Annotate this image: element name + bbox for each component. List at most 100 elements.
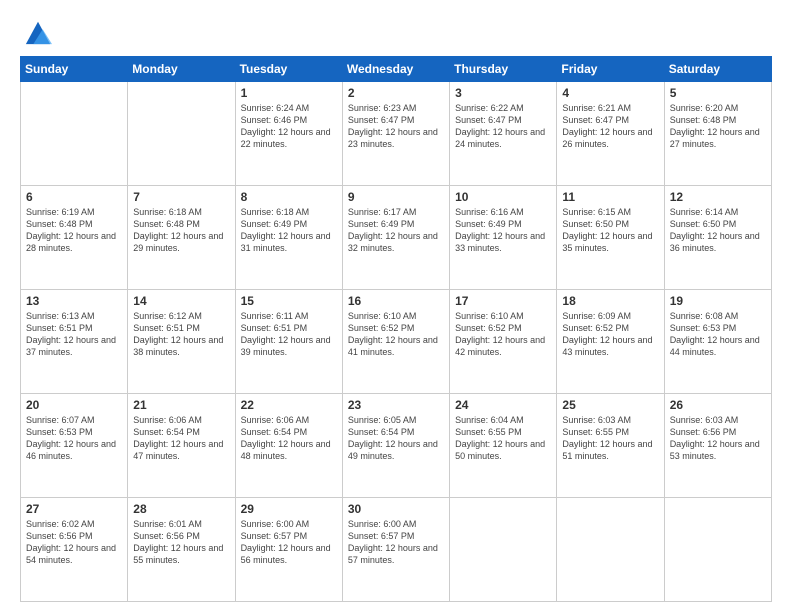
- calendar-cell: 17 Sunrise: 6:10 AMSunset: 6:52 PMDayligh…: [450, 290, 557, 394]
- logo: [20, 18, 52, 46]
- day-number: 17: [455, 294, 551, 308]
- calendar-header-wednesday: Wednesday: [342, 57, 449, 82]
- calendar-cell: 18 Sunrise: 6:09 AMSunset: 6:52 PMDayligh…: [557, 290, 664, 394]
- day-info: Sunrise: 6:08 AMSunset: 6:53 PMDaylight:…: [670, 310, 766, 359]
- calendar-cell: 26Sunrise: 6:03 AMSunset: 6:56 PMDayligh…: [664, 394, 771, 498]
- day-number: 28: [133, 502, 229, 516]
- day-number: 4: [562, 86, 658, 100]
- calendar-cell: 6 Sunrise: 6:19 AMSunset: 6:48 PMDaylight…: [21, 186, 128, 290]
- day-info: Sunrise: 6:21 AMSunset: 6:47 PMDaylight:…: [562, 102, 658, 151]
- day-number: 19: [670, 294, 766, 308]
- day-info: Sunrise: 6:06 AMSunset: 6:54 PMDaylight:…: [133, 414, 229, 463]
- day-number: 15: [241, 294, 337, 308]
- day-number: 12: [670, 190, 766, 204]
- calendar-header-sunday: Sunday: [21, 57, 128, 82]
- logo-icon: [24, 18, 52, 46]
- day-number: 14: [133, 294, 229, 308]
- day-number: 20: [26, 398, 122, 412]
- day-info: Sunrise: 6:24 AMSunset: 6:46 PMDaylight:…: [241, 102, 337, 151]
- calendar-cell: 10 Sunrise: 6:16 AMSunset: 6:49 PMDayligh…: [450, 186, 557, 290]
- day-info: Sunrise: 6:05 AMSunset: 6:54 PMDaylight:…: [348, 414, 444, 463]
- day-number: 5: [670, 86, 766, 100]
- day-info: Sunrise: 6:00 AMSunset: 6:57 PMDaylight:…: [348, 518, 444, 567]
- day-number: 9: [348, 190, 444, 204]
- calendar-cell: 27 Sunrise: 6:02 AMSunset: 6:56 PMDayligh…: [21, 498, 128, 602]
- day-number: 6: [26, 190, 122, 204]
- day-info: Sunrise: 6:18 AMSunset: 6:49 PMDaylight:…: [241, 206, 337, 255]
- day-info: Sunrise: 6:12 AMSunset: 6:51 PMDaylight:…: [133, 310, 229, 359]
- day-number: 29: [241, 502, 337, 516]
- day-number: 23: [348, 398, 444, 412]
- calendar-cell: 25 Sunrise: 6:03 AMSunset: 6:55 PMDayligh…: [557, 394, 664, 498]
- day-number: 30: [348, 502, 444, 516]
- calendar-week-5: 27 Sunrise: 6:02 AMSunset: 6:56 PMDayligh…: [21, 498, 772, 602]
- calendar-week-1: 1 Sunrise: 6:24 AMSunset: 6:46 PMDaylight…: [21, 82, 772, 186]
- day-number: 25: [562, 398, 658, 412]
- day-number: 3: [455, 86, 551, 100]
- calendar-cell: 2 Sunrise: 6:23 AMSunset: 6:47 PMDaylight…: [342, 82, 449, 186]
- day-number: 26: [670, 398, 766, 412]
- calendar-cell: 5 Sunrise: 6:20 AMSunset: 6:48 PMDaylight…: [664, 82, 771, 186]
- calendar-cell: 29 Sunrise: 6:00 AMSunset: 6:57 PMDayligh…: [235, 498, 342, 602]
- day-info: Sunrise: 6:23 AMSunset: 6:47 PMDaylight:…: [348, 102, 444, 151]
- day-info: Sunrise: 6:03 AMSunset: 6:55 PMDaylight:…: [562, 414, 658, 463]
- day-info: Sunrise: 6:01 AMSunset: 6:56 PMDaylight:…: [133, 518, 229, 567]
- calendar-cell: 23 Sunrise: 6:05 AMSunset: 6:54 PMDayligh…: [342, 394, 449, 498]
- day-info: Sunrise: 6:07 AMSunset: 6:53 PMDaylight:…: [26, 414, 122, 463]
- day-info: Sunrise: 6:11 AMSunset: 6:51 PMDaylight:…: [241, 310, 337, 359]
- calendar-cell: [557, 498, 664, 602]
- calendar-cell: 14 Sunrise: 6:12 AMSunset: 6:51 PMDayligh…: [128, 290, 235, 394]
- day-number: 10: [455, 190, 551, 204]
- day-info: Sunrise: 6:20 AMSunset: 6:48 PMDaylight:…: [670, 102, 766, 151]
- calendar-cell: 11 Sunrise: 6:15 AMSunset: 6:50 PMDayligh…: [557, 186, 664, 290]
- day-info: Sunrise: 6:02 AMSunset: 6:56 PMDaylight:…: [26, 518, 122, 567]
- calendar-cell: 19 Sunrise: 6:08 AMSunset: 6:53 PMDayligh…: [664, 290, 771, 394]
- day-info: Sunrise: 6:13 AMSunset: 6:51 PMDaylight:…: [26, 310, 122, 359]
- day-info: Sunrise: 6:09 AMSunset: 6:52 PMDaylight:…: [562, 310, 658, 359]
- day-info: Sunrise: 6:19 AMSunset: 6:48 PMDaylight:…: [26, 206, 122, 255]
- calendar-header-tuesday: Tuesday: [235, 57, 342, 82]
- day-info: Sunrise: 6:10 AMSunset: 6:52 PMDaylight:…: [455, 310, 551, 359]
- calendar-week-4: 20 Sunrise: 6:07 AMSunset: 6:53 PMDayligh…: [21, 394, 772, 498]
- header: [20, 18, 772, 46]
- calendar-cell: 12Sunrise: 6:14 AMSunset: 6:50 PMDayligh…: [664, 186, 771, 290]
- day-number: 1: [241, 86, 337, 100]
- day-number: 7: [133, 190, 229, 204]
- calendar-week-2: 6 Sunrise: 6:19 AMSunset: 6:48 PMDaylight…: [21, 186, 772, 290]
- day-info: Sunrise: 6:00 AMSunset: 6:57 PMDaylight:…: [241, 518, 337, 567]
- calendar-cell: 20 Sunrise: 6:07 AMSunset: 6:53 PMDayligh…: [21, 394, 128, 498]
- calendar-cell: 1 Sunrise: 6:24 AMSunset: 6:46 PMDaylight…: [235, 82, 342, 186]
- calendar-cell: [450, 498, 557, 602]
- calendar-cell: [664, 498, 771, 602]
- day-info: Sunrise: 6:22 AMSunset: 6:47 PMDaylight:…: [455, 102, 551, 151]
- calendar-cell: [21, 82, 128, 186]
- calendar-week-3: 13Sunrise: 6:13 AMSunset: 6:51 PMDayligh…: [21, 290, 772, 394]
- calendar-cell: 21 Sunrise: 6:06 AMSunset: 6:54 PMDayligh…: [128, 394, 235, 498]
- calendar-header-row: SundayMondayTuesdayWednesdayThursdayFrid…: [21, 57, 772, 82]
- calendar-header-thursday: Thursday: [450, 57, 557, 82]
- day-number: 11: [562, 190, 658, 204]
- calendar-header-saturday: Saturday: [664, 57, 771, 82]
- day-info: Sunrise: 6:18 AMSunset: 6:48 PMDaylight:…: [133, 206, 229, 255]
- day-info: Sunrise: 6:16 AMSunset: 6:49 PMDaylight:…: [455, 206, 551, 255]
- day-info: Sunrise: 6:15 AMSunset: 6:50 PMDaylight:…: [562, 206, 658, 255]
- calendar-cell: 9 Sunrise: 6:17 AMSunset: 6:49 PMDaylight…: [342, 186, 449, 290]
- calendar-cell: 28 Sunrise: 6:01 AMSunset: 6:56 PMDayligh…: [128, 498, 235, 602]
- calendar-table: SundayMondayTuesdayWednesdayThursdayFrid…: [20, 56, 772, 602]
- calendar-cell: 30 Sunrise: 6:00 AMSunset: 6:57 PMDayligh…: [342, 498, 449, 602]
- day-number: 27: [26, 502, 122, 516]
- day-info: Sunrise: 6:06 AMSunset: 6:54 PMDaylight:…: [241, 414, 337, 463]
- day-info: Sunrise: 6:17 AMSunset: 6:49 PMDaylight:…: [348, 206, 444, 255]
- calendar-cell: 16Sunrise: 6:10 AMSunset: 6:52 PMDayligh…: [342, 290, 449, 394]
- day-number: 2: [348, 86, 444, 100]
- day-number: 8: [241, 190, 337, 204]
- calendar-cell: [128, 82, 235, 186]
- calendar-cell: 22 Sunrise: 6:06 AMSunset: 6:54 PMDayligh…: [235, 394, 342, 498]
- calendar-cell: 8 Sunrise: 6:18 AMSunset: 6:49 PMDaylight…: [235, 186, 342, 290]
- day-number: 21: [133, 398, 229, 412]
- calendar-cell: 4 Sunrise: 6:21 AMSunset: 6:47 PMDaylight…: [557, 82, 664, 186]
- day-number: 16: [348, 294, 444, 308]
- calendar-cell: 13Sunrise: 6:13 AMSunset: 6:51 PMDayligh…: [21, 290, 128, 394]
- day-number: 22: [241, 398, 337, 412]
- day-number: 18: [562, 294, 658, 308]
